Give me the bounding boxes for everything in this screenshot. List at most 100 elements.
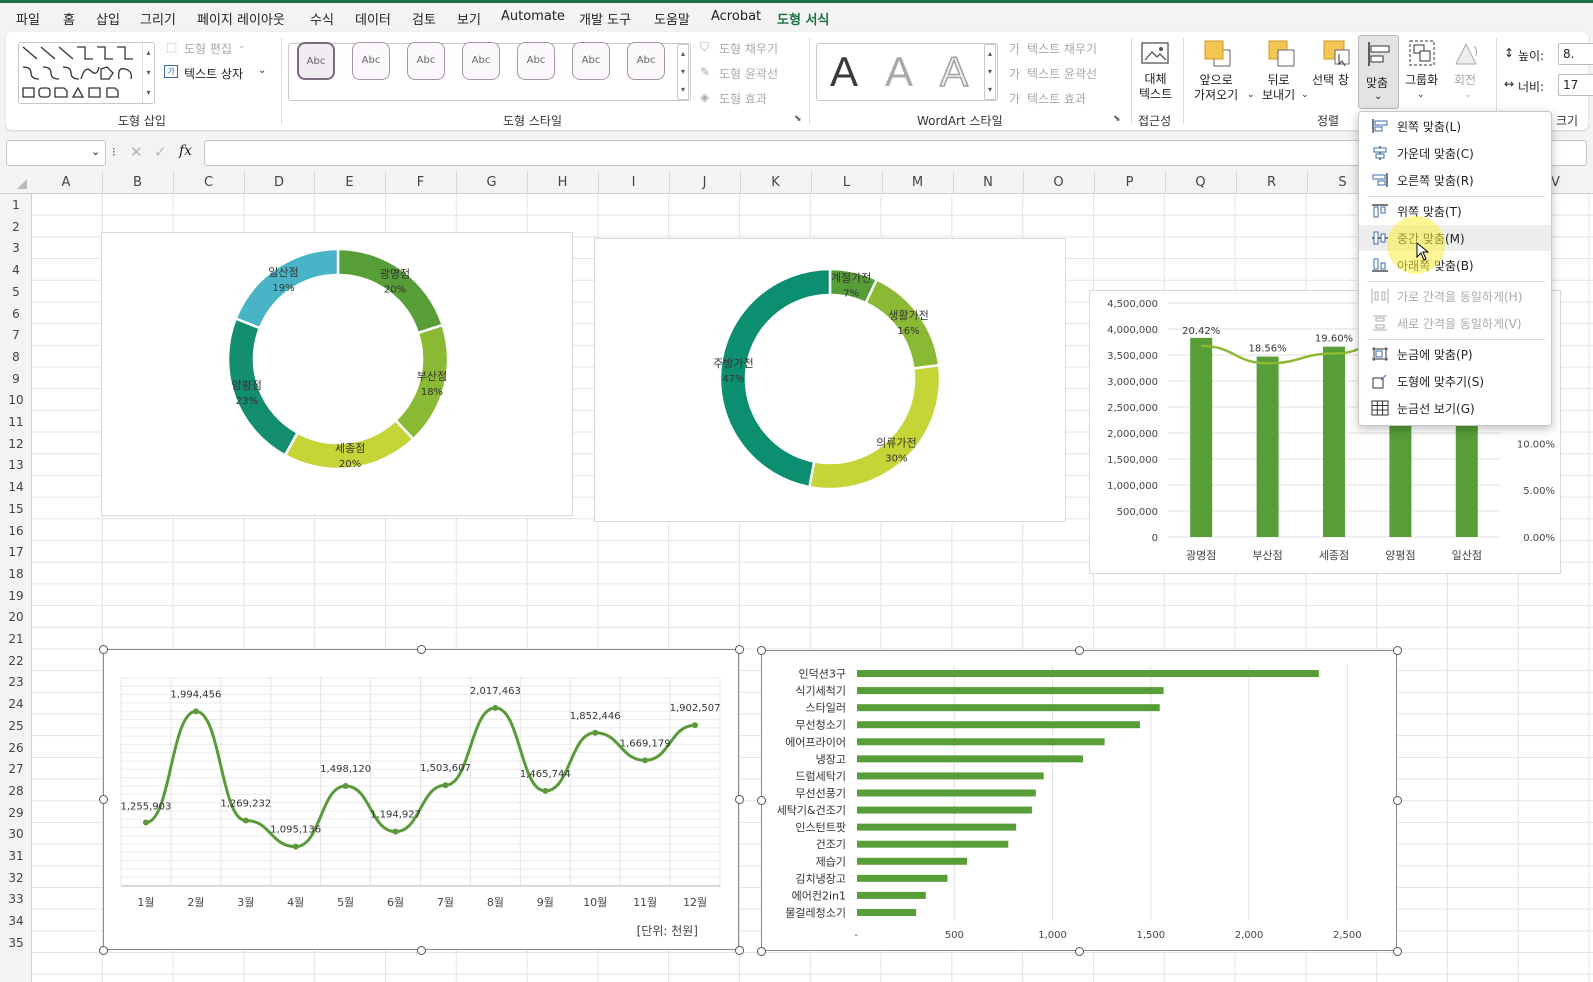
row-header-35[interactable]: 35 [0,936,32,950]
bring-forward-button[interactable]: 앞으로 가져오기 [1194,73,1238,103]
edit-shape-button[interactable]: 도형 편집 [184,40,232,57]
row-header-9[interactable]: 9 [0,372,32,386]
shape-style-swatch[interactable]: Abc [627,42,665,80]
menu-item-snap-to-grid[interactable]: 눈금에 맞춤(P) [1359,341,1551,367]
tab-formulas[interactable]: 수식 [310,9,334,28]
resize-handle[interactable] [1074,946,1084,956]
tab-review[interactable]: 검토 [412,9,436,28]
shape-style-swatch[interactable]: Abc [517,42,555,80]
shape-effects-button[interactable]: 도형 효과 [719,90,767,107]
send-backward-button[interactable]: 뒤로 보내기 [1262,73,1295,103]
column-header-F[interactable]: F [385,175,456,190]
tab-insert[interactable]: 삽입 [96,9,120,28]
resize-handle[interactable] [1392,946,1402,956]
column-header-I[interactable]: I [598,175,669,190]
row-header-8[interactable]: 8 [0,350,32,364]
row-header-6[interactable]: 6 [0,307,32,321]
shape-style-swatch[interactable]: Abc [407,42,445,80]
shape-style-scroll[interactable]: ▴ ▾ ▾ [677,44,689,100]
column-header-L[interactable]: L [811,175,882,190]
tab-help[interactable]: 도움말 [654,9,690,28]
text-box-button[interactable]: 텍스트 상자 [184,65,243,82]
row-header-32[interactable]: 32 [0,871,32,885]
chart-product-hbar[interactable]: - 500 1,000 1,500 2,000 2,500 인덕션3구 식기세척기 스타일러 무선… [761,650,1397,951]
column-header-R[interactable]: R [1236,175,1307,190]
chart-monthly-line[interactable]: 1,255,903 1월 1,994,456 2월 1,269,232 3월 1,095,1… [103,649,739,950]
row-header-20[interactable]: 20 [0,610,32,624]
row-header-15[interactable]: 15 [0,502,32,516]
row-header-10[interactable]: 10 [0,393,32,407]
tab-page-layout[interactable]: 페이지 레이아웃 [197,9,285,28]
row-header-14[interactable]: 14 [0,480,32,494]
column-header-P[interactable]: P [1094,175,1165,190]
resize-handle[interactable] [756,645,766,655]
column-header-G[interactable]: G [456,175,527,190]
row-header-34[interactable]: 34 [0,914,32,928]
gallery-scroll[interactable]: ▴ ▾ ▾ [142,43,154,103]
row-header-19[interactable]: 19 [0,589,32,603]
row-header-31[interactable]: 31 [0,849,32,863]
insert-function-icon[interactable]: fx [179,143,192,159]
column-header-D[interactable]: D [244,175,314,190]
tab-file[interactable]: 파일 [16,9,40,28]
tab-acrobat[interactable]: Acrobat [711,9,761,24]
column-header-M[interactable]: M [882,175,953,190]
menu-item-align-center[interactable]: 가운데 맞춤(C) [1359,140,1551,166]
menu-item-view-gridlines[interactable]: 눈금선 보기(G) [1359,395,1551,421]
row-header-3[interactable]: 3 [0,241,32,255]
column-header-O[interactable]: O [1023,175,1094,190]
text-outline-button[interactable]: 텍스트 윤곽선 [1027,65,1097,82]
shape-style-swatch[interactable]: Abc [572,42,610,80]
menu-item-align-left[interactable]: 왼쪽 맞춤(L) [1359,113,1551,139]
shape-fill-button[interactable]: 도형 채우기 [719,40,778,57]
row-header-7[interactable]: 7 [0,328,32,342]
wordart-scroll[interactable]: ▴ ▾ ▾ [984,44,996,100]
row-header-28[interactable]: 28 [0,784,32,798]
resize-handle[interactable] [734,945,744,955]
row-header-17[interactable]: 17 [0,545,32,559]
column-header-N[interactable]: N [953,175,1023,190]
dialog-launcher-icon[interactable]: ⬊ [794,114,802,124]
resize-handle[interactable] [756,946,766,956]
wordart-style[interactable]: A [930,44,978,100]
row-header-13[interactable]: 13 [0,458,32,472]
resize-handle[interactable] [734,644,744,654]
resize-handle[interactable] [416,945,426,955]
select-all-icon[interactable] [16,178,28,190]
menu-item-distribute-horizontal[interactable]: 가로 간격을 동일하게(H) [1359,283,1551,309]
menu-item-distribute-vertical[interactable]: 세로 간격을 동일하게(V) [1359,310,1551,336]
more-options-icon[interactable]: ⁝ [112,145,116,159]
wordart-style[interactable]: A [875,44,923,100]
align-button[interactable]: 맞춤 ⌄ [1358,35,1399,109]
dialog-launcher-icon[interactable]: ⬊ [1113,114,1121,124]
row-header-5[interactable]: 5 [0,285,32,299]
rotate-button[interactable]: 회전 [1454,73,1476,88]
shape-gallery[interactable]: ▴ ▾ ▾ [18,42,155,104]
row-header-18[interactable]: 18 [0,567,32,581]
alt-text-button[interactable]: 대체 텍스트 [1139,72,1172,102]
row-header-23[interactable]: 23 [0,675,32,689]
cancel-icon[interactable]: ✕ [130,143,143,161]
name-box[interactable]: ⌄ [6,140,106,166]
tab-developer[interactable]: 개발 도구 [579,9,631,28]
resize-handle[interactable] [98,795,108,804]
resize-handle[interactable] [756,796,766,805]
shape-style-swatch[interactable]: Abc [462,42,500,80]
column-header-Q[interactable]: Q [1165,175,1236,190]
tab-home[interactable]: 홈 [63,9,75,28]
resize-handle[interactable] [98,644,108,654]
menu-item-snap-to-shape[interactable]: 도형에 맞추기(S) [1359,368,1551,394]
column-header-E[interactable]: E [314,175,385,190]
resize-handle[interactable] [1074,645,1084,655]
resize-handle[interactable] [1392,645,1402,655]
row-header-26[interactable]: 26 [0,741,32,755]
shape-outline-button[interactable]: 도형 윤곽선 [719,65,778,82]
menu-item-align-bottom[interactable]: 아래쪽 맞춤(B) [1359,252,1551,278]
width-input[interactable]: 17 [1558,74,1593,96]
shape-style-swatch[interactable]: Abc [297,42,335,80]
name-box-chevron-icon[interactable]: ⌄ [91,145,100,158]
column-header-C[interactable]: C [173,175,244,190]
tab-draw[interactable]: 그리기 [140,9,176,28]
row-header-22[interactable]: 22 [0,654,32,668]
selection-pane-button[interactable]: 선택 창 [1312,73,1349,88]
